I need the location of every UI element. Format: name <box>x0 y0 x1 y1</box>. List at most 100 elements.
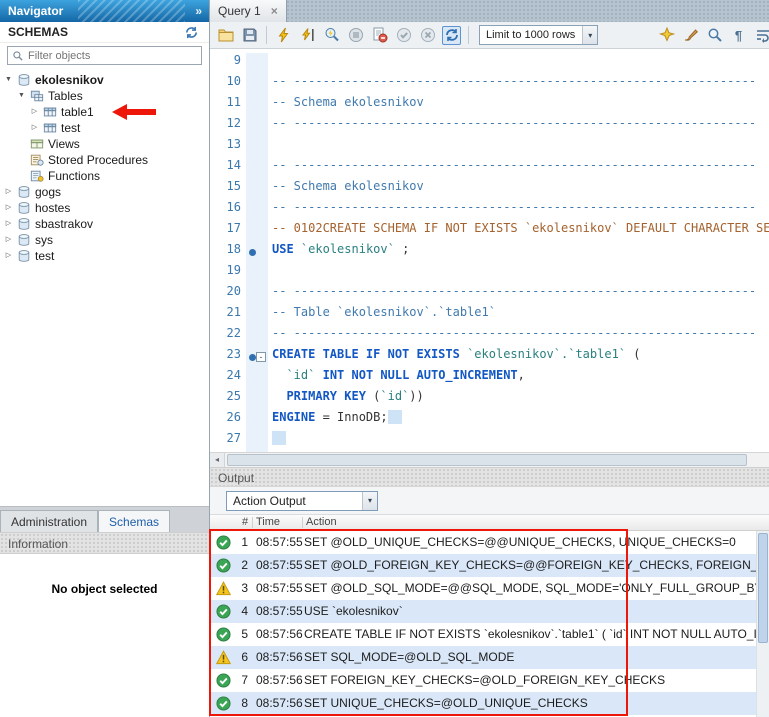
no-object-selected-text: No object selected <box>0 582 209 596</box>
tree-item-ekolesnikov[interactable]: ▼ekolesnikov <box>0 72 209 88</box>
tab-administration[interactable]: Administration <box>0 510 98 532</box>
output-row-3[interactable]: 308:57:55SET @OLD_SQL_MODE=@@SQL_MODE, S… <box>210 577 769 600</box>
editor-line-21[interactable]: 21-- Table `ekolesnikov`.`table1` <box>210 305 769 326</box>
line-code: -- -------------------------------------… <box>268 74 756 95</box>
line-number: 15 <box>210 179 246 200</box>
tab-query-1[interactable]: Query 1 × <box>210 0 287 22</box>
line-code: -- -------------------------------------… <box>268 326 756 347</box>
column-header-index[interactable]: # <box>242 515 248 530</box>
vertical-scroll-thumb[interactable] <box>758 533 768 643</box>
output-row-5[interactable]: 508:57:56CREATE TABLE IF NOT EXISTS `eko… <box>210 623 769 646</box>
tree-item-tables[interactable]: ▼Tables <box>0 88 209 104</box>
expand-arrow-icon[interactable]: ▷ <box>28 120 41 136</box>
tree-item-views[interactable]: Views <box>0 136 209 152</box>
output-row-8[interactable]: 808:57:56SET UNIQUE_CHECKS=@OLD_UNIQUE_C… <box>210 692 769 715</box>
editor-line-20[interactable]: 20-- -----------------------------------… <box>210 284 769 305</box>
stop-execution-icon[interactable] <box>346 26 365 45</box>
expand-arrow-icon[interactable]: ▷ <box>28 104 41 120</box>
explain-plan-icon[interactable] <box>322 26 341 45</box>
output-row-6[interactable]: 608:57:56SET SQL_MODE=@OLD_SQL_MODE <box>210 646 769 669</box>
column-header-action[interactable]: Action <box>306 515 337 530</box>
gutter-marker-column <box>246 410 268 431</box>
expand-arrow-icon[interactable]: ▷ <box>2 184 15 200</box>
scroll-left-icon[interactable]: ◂ <box>210 453 225 467</box>
editor-line-9[interactable]: 9 <box>210 53 769 74</box>
autocommit-toggle-icon[interactable] <box>442 26 461 45</box>
tree-item-sys[interactable]: ▷sys <box>0 232 209 248</box>
output-row-2[interactable]: 208:57:55SET @OLD_FOREIGN_KEY_CHECKS=@@F… <box>210 554 769 577</box>
rollback-icon[interactable] <box>418 26 437 45</box>
close-tab-icon[interactable]: × <box>271 4 278 18</box>
gutter-marker-column <box>246 263 268 284</box>
tree-item-test[interactable]: ▷test <box>0 248 209 264</box>
show-invisible-characters-icon[interactable]: ¶ <box>729 26 748 45</box>
expand-arrow-icon[interactable]: ▷ <box>2 248 15 264</box>
output-view-dropdown[interactable]: Action Output ▾ <box>226 491 378 511</box>
row-limit-dropdown[interactable]: Limit to 1000 rows ▾ <box>479 25 598 45</box>
line-number: 26 <box>210 410 246 431</box>
filter-objects-input[interactable] <box>28 50 197 62</box>
output-row-1[interactable]: 108:57:55SET @OLD_UNIQUE_CHECKS=@@UNIQUE… <box>210 531 769 554</box>
row-action: SET @OLD_UNIQUE_CHECKS=@@UNIQUE_CHECKS, … <box>304 531 769 554</box>
tree-item-hostes[interactable]: ▷hostes <box>0 200 209 216</box>
toolbar-separator <box>266 26 267 44</box>
schema-tree: ▼ekolesnikov▼Tables▷table1▷testViewsStor… <box>0 68 209 506</box>
tree-item-gogs[interactable]: ▷gogs <box>0 184 209 200</box>
row-time: 08:57:55 <box>256 531 303 554</box>
statement-marker-icon <box>249 249 256 256</box>
editor-line-10[interactable]: 10-- -----------------------------------… <box>210 74 769 95</box>
tree-item-test[interactable]: ▷test <box>0 120 209 136</box>
tree-item-table1[interactable]: ▷table1 <box>0 104 209 120</box>
editor-line-14[interactable]: 14-- -----------------------------------… <box>210 158 769 179</box>
collapse-panel-icon[interactable]: » <box>195 0 202 22</box>
schema-icon <box>15 249 32 263</box>
open-script-icon[interactable] <box>216 26 235 45</box>
line-code: PRIMARY KEY (`id`)) <box>268 389 424 410</box>
fold-collapse-icon[interactable]: - <box>256 352 266 362</box>
editor-line-11[interactable]: 11-- Schema ekolesnikov <box>210 95 769 116</box>
editor-line-15[interactable]: 15-- Schema ekolesnikov <box>210 179 769 200</box>
gutter-marker-column <box>246 389 268 410</box>
tree-item-sbastrakov[interactable]: ▷sbastrakov <box>0 216 209 232</box>
editor-line-27[interactable]: 27 <box>210 431 769 452</box>
editor-line-23[interactable]: 23-CREATE TABLE IF NOT EXISTS `ekolesnik… <box>210 347 769 368</box>
stop-on-error-toggle-icon[interactable] <box>370 26 389 45</box>
beautify-script-icon[interactable] <box>657 26 676 45</box>
wrap-text-icon[interactable] <box>753 26 769 45</box>
editor-line-16[interactable]: 16-- -----------------------------------… <box>210 200 769 221</box>
output-row-7[interactable]: 708:57:56SET FOREIGN_KEY_CHECKS=@OLD_FOR… <box>210 669 769 692</box>
output-view-value: Action Output <box>233 494 306 508</box>
horizontal-scroll-thumb[interactable] <box>227 454 747 466</box>
tree-item-functions[interactable]: Functions <box>0 168 209 184</box>
row-action: SET FOREIGN_KEY_CHECKS=@OLD_FOREIGN_KEY_… <box>304 669 769 692</box>
editor-line-12[interactable]: 12-- -----------------------------------… <box>210 116 769 137</box>
editor-line-24[interactable]: 24 `id` INT NOT NULL AUTO_INCREMENT, <box>210 368 769 389</box>
editor-line-25[interactable]: 25 PRIMARY KEY (`id`)) <box>210 389 769 410</box>
collapse-arrow-icon[interactable]: ▼ <box>2 72 15 88</box>
sql-editor[interactable]: 910-- ----------------------------------… <box>210 49 769 452</box>
editor-line-17[interactable]: 17-- 0102CREATE SCHEMA IF NOT EXISTS `ek… <box>210 221 769 242</box>
editor-line-18[interactable]: 18USE `ekolesnikov` ; <box>210 242 769 263</box>
tab-schemas[interactable]: Schemas <box>98 510 170 532</box>
column-header-time[interactable]: Time <box>256 515 280 530</box>
editor-line-13[interactable]: 13 <box>210 137 769 158</box>
clean-up-sql-icon[interactable] <box>681 26 700 45</box>
find-icon[interactable] <box>705 26 724 45</box>
output-row-4[interactable]: 408:57:55USE `ekolesnikov` <box>210 600 769 623</box>
refresh-schemas-icon[interactable] <box>184 25 199 40</box>
expand-arrow-icon[interactable]: ▷ <box>2 200 15 216</box>
expand-arrow-icon[interactable]: ▷ <box>2 232 15 248</box>
tree-item-stored-procedures[interactable]: Stored Procedures <box>0 152 209 168</box>
expand-arrow-icon[interactable]: ▷ <box>2 216 15 232</box>
editor-line-22[interactable]: 22-- -----------------------------------… <box>210 326 769 347</box>
execute-script-icon[interactable] <box>274 26 293 45</box>
execute-current-statement-icon[interactable] <box>298 26 317 45</box>
editor-line-26[interactable]: 26ENGINE = InnoDB; <box>210 410 769 431</box>
line-code: CREATE TABLE IF NOT EXISTS `ekolesnikov`… <box>268 347 640 368</box>
commit-icon[interactable] <box>394 26 413 45</box>
collapse-arrow-icon[interactable]: ▼ <box>15 88 28 104</box>
line-number: 24 <box>210 368 246 389</box>
save-script-icon[interactable] <box>240 26 259 45</box>
row-time: 08:57:56 <box>256 669 303 692</box>
editor-line-19[interactable]: 19 <box>210 263 769 284</box>
